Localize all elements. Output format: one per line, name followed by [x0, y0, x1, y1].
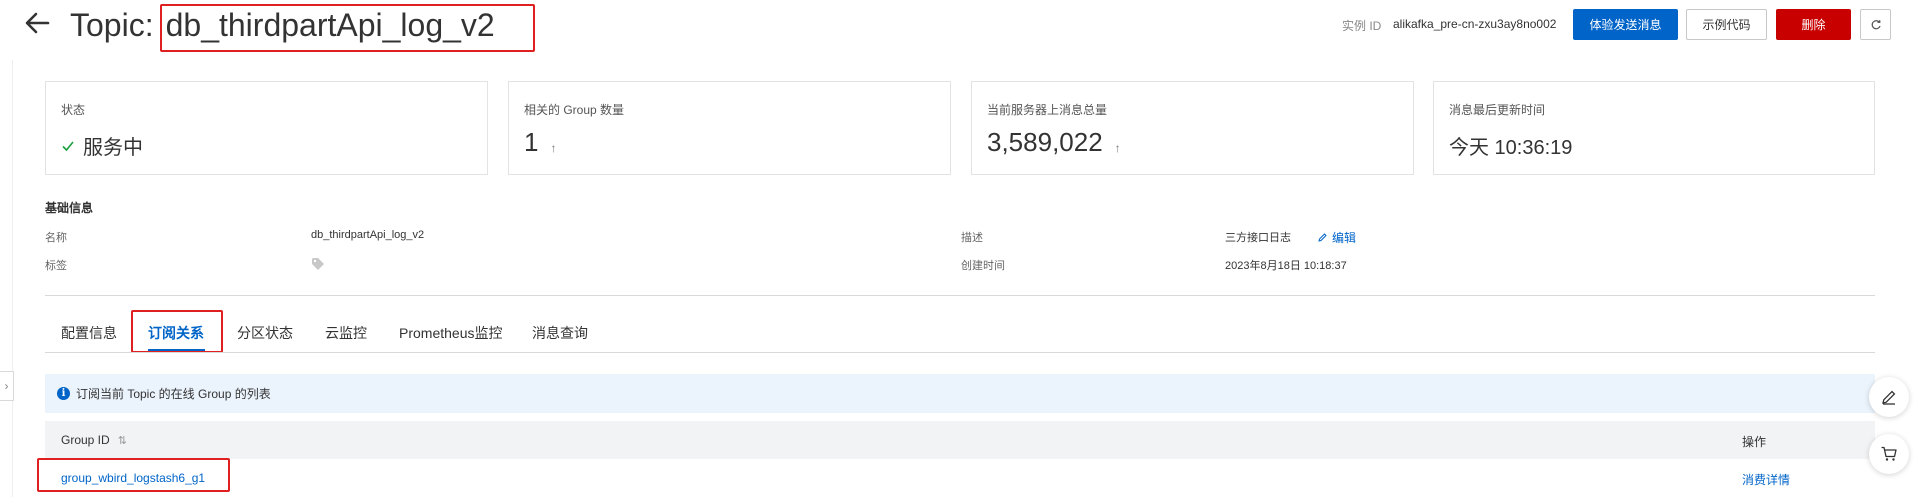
pen-icon — [1882, 390, 1896, 405]
name-label: 名称 — [45, 232, 67, 244]
column-header-action: 操作 — [1742, 435, 1767, 449]
group-count-value: 1 — [524, 127, 539, 157]
arrow-up-icon: ↑ — [550, 140, 557, 155]
stat-card-status: 状态 服务中 — [45, 81, 488, 175]
refresh-icon — [1871, 19, 1881, 29]
stat-value: 3,589,022 ↑ — [987, 127, 1121, 158]
sample-code-button[interactable]: 示例代码 — [1686, 9, 1767, 40]
edit-label: 编辑 — [1332, 231, 1357, 245]
stat-value: 1 ↑ — [524, 127, 556, 158]
notice-text: 订阅当前 Topic 的在线 Group 的列表 — [76, 387, 271, 401]
tag-icon — [312, 258, 324, 270]
left-rule — [12, 60, 13, 497]
stat-value: 服务中 — [61, 131, 143, 160]
tab-cloud-monitor[interactable]: 云监控 — [325, 323, 367, 343]
tab-message-query[interactable]: 消息查询 — [532, 323, 588, 343]
stat-card-last-update: 消息最后更新时间 今天 10:36:19 — [1433, 81, 1875, 175]
back-arrow-icon[interactable] — [22, 8, 52, 38]
cart-icon — [1881, 446, 1897, 461]
info-icon: i — [57, 387, 70, 400]
divider — [45, 295, 1875, 296]
section-title: 基础信息 — [45, 201, 94, 215]
consume-details-link[interactable]: 消费详情 — [1742, 471, 1790, 488]
description-value: 三方接口日志 — [1225, 232, 1291, 244]
stat-value: 今天 10:36:19 — [1449, 131, 1572, 160]
delete-button[interactable]: 删除 — [1776, 9, 1851, 40]
edit-icon — [1318, 233, 1327, 242]
last-update-value: 今天 10:36:19 — [1449, 137, 1573, 159]
created-time-label: 创建时间 — [961, 260, 1005, 272]
sidebar-expand-handle[interactable]: › — [0, 371, 14, 401]
chevron-right-icon: › — [4, 379, 9, 393]
arrow-up-icon: ↑ — [1114, 140, 1121, 155]
topic-name: db_thirdpartApi_log_v2 — [159, 4, 535, 52]
table-header: Group ID ⇅ 操作 — [45, 421, 1875, 459]
feedback-button[interactable] — [1869, 377, 1909, 417]
tab-partition-status[interactable]: 分区状态 — [237, 323, 293, 343]
page-title: Topic: db_thirdpartApi_log_v2 — [70, 4, 535, 52]
tabs-divider — [45, 352, 1875, 353]
tab-config[interactable]: 配置信息 — [61, 323, 117, 343]
highlight-box — [131, 310, 223, 353]
stat-card-group-count: 相关的 Group 数量 1 ↑ — [508, 81, 951, 175]
highlight-box — [37, 458, 230, 492]
created-time-value: 2023年8月18日 10:18:37 — [1225, 260, 1347, 272]
stat-label: 状态 — [61, 103, 86, 117]
tab-prometheus[interactable]: Prometheus监控 — [399, 323, 502, 343]
stat-label: 相关的 Group 数量 — [524, 103, 625, 117]
stat-label: 消息最后更新时间 — [1449, 103, 1546, 117]
tag-label: 标签 — [45, 260, 67, 272]
stat-card-message-total: 当前服务器上消息总量 3,589,022 ↑ — [971, 81, 1414, 175]
sort-icon[interactable]: ⇅ — [118, 435, 127, 447]
column-label: Group ID — [61, 433, 110, 447]
info-notice: i 订阅当前 Topic 的在线 Group 的列表 — [45, 374, 1875, 413]
stat-label: 当前服务器上消息总量 — [987, 103, 1108, 117]
instance-id-label: 实例 ID — [1342, 19, 1382, 33]
instance-id-value: alikafka_pre-cn-zxu3ay8no002 — [1393, 17, 1557, 31]
check-icon — [62, 140, 74, 151]
description-label: 描述 — [961, 232, 983, 244]
send-message-button[interactable]: 体验发送消息 — [1573, 9, 1678, 40]
refresh-button[interactable] — [1860, 9, 1891, 40]
title-prefix: Topic: — [70, 7, 154, 43]
name-value: db_thirdpartApi_log_v2 — [311, 229, 425, 241]
edit-description-link[interactable]: 编辑 — [1317, 229, 1356, 246]
status-text: 服务中 — [83, 137, 143, 159]
cart-button[interactable] — [1869, 434, 1909, 474]
column-header-group-id[interactable]: Group ID ⇅ — [61, 433, 127, 447]
message-total-value: 3,589,022 — [987, 127, 1103, 157]
